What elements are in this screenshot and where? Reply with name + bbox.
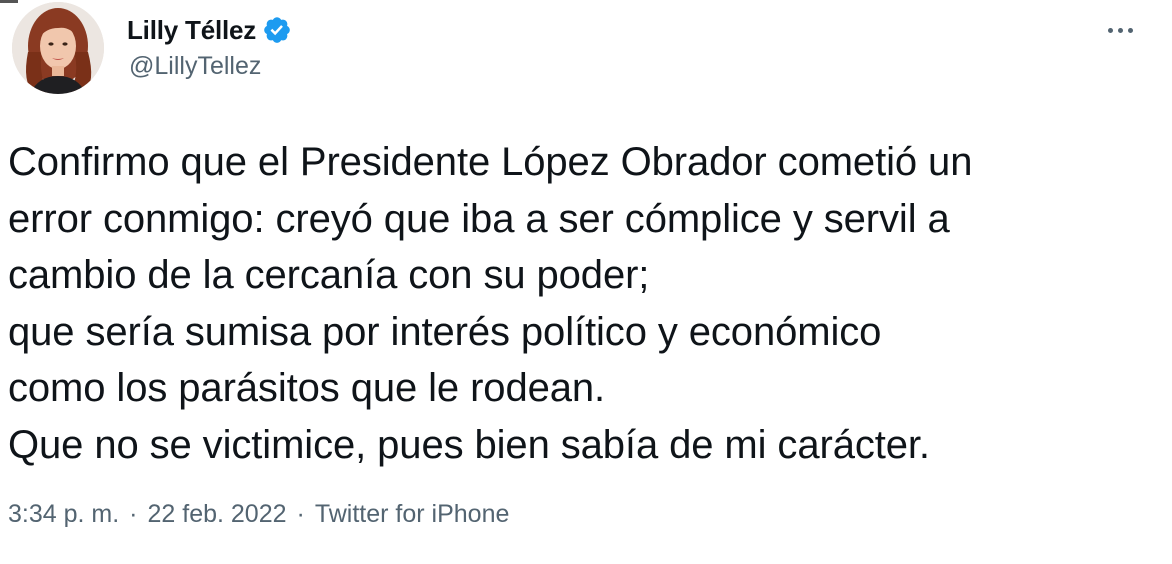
tweet-line: cambio de la cercanía con su poder; bbox=[8, 253, 650, 297]
more-options-button[interactable] bbox=[1098, 12, 1142, 48]
more-horizontal-icon bbox=[1107, 27, 1113, 33]
more-dot bbox=[1117, 27, 1123, 33]
tweet-date[interactable]: 22 feb. 2022 bbox=[148, 500, 287, 529]
tweet-line: como los parásitos que le rodean. bbox=[8, 366, 606, 410]
tweet-line: Que no se victimice, pues bien sabía de … bbox=[8, 422, 930, 467]
tweet-source[interactable]: Twitter for iPhone bbox=[315, 500, 510, 529]
meta-separator: · bbox=[296, 500, 305, 528]
tweet-line: error conmigo: creyó que iba a ser cómpl… bbox=[8, 196, 950, 241]
avatar-image bbox=[12, 2, 104, 94]
tweet-meta: 3:34 p. m. · 22 feb. 2022 · Twitter for … bbox=[8, 500, 509, 529]
tweet-time[interactable]: 3:34 p. m. bbox=[8, 500, 119, 529]
verified-badge-icon bbox=[262, 15, 292, 45]
tweet-text: Confirmo que el Presidente López Obrador… bbox=[8, 134, 1158, 473]
corner-artifact bbox=[0, 0, 18, 3]
author-name[interactable]: Lilly Téllez bbox=[127, 15, 256, 46]
avatar[interactable] bbox=[12, 2, 104, 94]
author-name-row[interactable]: Lilly Téllez bbox=[127, 12, 292, 48]
tweet-card: Lilly Téllez @LillyTellez Confirmo que e… bbox=[0, 0, 1172, 564]
meta-separator: · bbox=[129, 500, 138, 528]
more-dot bbox=[1127, 27, 1133, 33]
author-handle[interactable]: @LillyTellez bbox=[129, 52, 261, 81]
tweet-line: Confirmo que el Presidente López Obrador… bbox=[8, 140, 973, 184]
tweet-line: que sería sumisa por interés político y … bbox=[8, 309, 882, 354]
